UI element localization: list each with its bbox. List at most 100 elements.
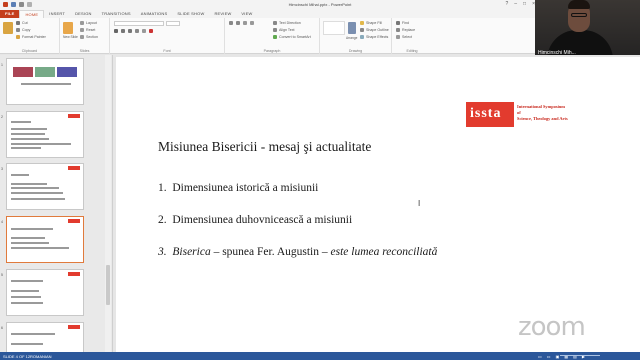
tab-design[interactable]: DESIGN xyxy=(70,10,97,18)
cut-button[interactable]: Cut xyxy=(16,21,28,25)
slide-thumbnail[interactable] xyxy=(6,163,84,210)
zoom-slider[interactable] xyxy=(560,355,600,356)
slide-thumbnail-active[interactable] xyxy=(6,216,84,263)
new-slide-icon[interactable] xyxy=(63,22,73,34)
tab-insert[interactable]: INSERT xyxy=(44,10,70,18)
shape-fill-icon xyxy=(360,21,364,25)
font-size-select[interactable] xyxy=(166,21,180,26)
scissors-icon xyxy=(16,21,20,25)
text-direction-button[interactable]: Text Direction xyxy=(273,21,301,25)
paste-icon[interactable] xyxy=(3,22,13,34)
shadow-icon[interactable] xyxy=(142,29,146,33)
shapes-gallery[interactable] xyxy=(323,21,345,35)
slide-thumbnail[interactable] xyxy=(6,111,84,158)
language-indicator[interactable]: ROMANIAN xyxy=(30,354,52,359)
smartart-icon xyxy=(273,35,277,39)
font-group: Font xyxy=(110,18,225,54)
thumbnail-scrollbar[interactable] xyxy=(105,55,111,352)
powerpoint-window: Himcinschi Mihai.pptx - PowerPoint ? – □… xyxy=(0,0,640,360)
editing-label: Editing xyxy=(406,49,418,53)
normal-view-icon[interactable]: ▣ xyxy=(556,354,560,359)
list-item[interactable]: 2. Dimensiunea duhovnicească a misiunii xyxy=(158,214,352,226)
list-item[interactable]: 1. Dimensiunea istorică a misiunii xyxy=(158,182,318,194)
clipboard-label: Clipboard xyxy=(21,49,38,53)
shape-effects-button[interactable]: Shape Effects xyxy=(360,35,388,39)
layout-icon xyxy=(80,21,84,25)
underline-icon[interactable] xyxy=(128,29,132,33)
current-slide[interactable]: issta International Symposium of Science… xyxy=(116,57,640,352)
status-bar: SLIDE 4 OF 12 ROMANIAN ▭ ▭ ▣ ▦ ▤ ▶ xyxy=(0,352,640,360)
maximize-icon[interactable]: □ xyxy=(523,1,526,7)
font-color-icon[interactable] xyxy=(149,29,153,33)
tab-view[interactable]: VIEW xyxy=(236,10,257,18)
paragraph-group: Text Direction Align Text Convert to Sma… xyxy=(225,18,320,54)
zoom-watermark: zoom xyxy=(518,312,586,342)
decrease-indent-icon[interactable] xyxy=(243,21,247,25)
notes-icon[interactable]: ▭ xyxy=(538,354,542,359)
reset-button[interactable]: Reset xyxy=(80,28,95,32)
arrange-icon[interactable] xyxy=(348,22,356,34)
reset-icon xyxy=(80,28,84,32)
font-name-select[interactable] xyxy=(114,21,164,26)
section-button[interactable]: Section xyxy=(80,35,98,39)
select-button[interactable]: Select xyxy=(396,35,412,39)
align-text-icon xyxy=(273,28,277,32)
minimize-icon[interactable]: – xyxy=(514,1,517,7)
drawing-label: Drawing xyxy=(348,49,363,53)
bullets-icon[interactable] xyxy=(229,21,233,25)
tab-slide-show[interactable]: SLIDE SHOW xyxy=(172,10,209,18)
find-button[interactable]: Find xyxy=(396,21,409,25)
strikethrough-icon[interactable] xyxy=(135,29,139,33)
shape-fill-button[interactable]: Shape Fill xyxy=(360,21,382,25)
drawing-group: Arrange Shape Fill Shape Outline Shape E… xyxy=(320,18,392,54)
shape-outline-button[interactable]: Shape Outline xyxy=(360,28,389,32)
increase-indent-icon[interactable] xyxy=(250,21,254,25)
tab-review[interactable]: REVIEW xyxy=(209,10,236,18)
brush-icon xyxy=(16,35,20,39)
copy-icon xyxy=(16,28,20,32)
copy-button[interactable]: Copy xyxy=(16,28,30,32)
window-controls: ? – □ × xyxy=(505,1,535,7)
slide-editor: issta International Symposium of Science… xyxy=(114,55,640,352)
help-icon[interactable]: ? xyxy=(505,1,508,7)
slide-title[interactable]: Misiunea Bisericii - mesaj şi actualitat… xyxy=(158,139,371,155)
arrange-button[interactable]: Arrange xyxy=(346,36,357,40)
italic-icon[interactable] xyxy=(121,29,125,33)
convert-smartart-button[interactable]: Convert to SmartArt xyxy=(273,35,311,39)
list-item[interactable]: 3. Biserica – spunea Fer. Augustin – est… xyxy=(158,246,437,258)
replace-icon xyxy=(396,28,400,32)
replace-button[interactable]: Replace xyxy=(396,28,415,32)
ribbon-tabs: FILE HOME INSERT DESIGN TRANSITIONS ANIM… xyxy=(0,10,535,18)
slide-thumbnail[interactable] xyxy=(6,269,84,316)
layout-button[interactable]: Layout xyxy=(80,21,97,25)
slide-thumbnail[interactable] xyxy=(6,322,84,352)
scrollbar-thumb[interactable] xyxy=(106,265,110,305)
slides-group: New Slide Layout Reset Section Slides xyxy=(60,18,110,54)
participant-video[interactable]: Himcinschi Mih... xyxy=(535,0,640,60)
align-text-button[interactable]: Align Text xyxy=(273,28,295,32)
slide-thumbnail[interactable] xyxy=(6,58,84,105)
font-label: Font xyxy=(163,49,171,53)
shape-effects-icon xyxy=(360,35,364,39)
text-direction-icon xyxy=(273,21,277,25)
shape-outline-icon xyxy=(360,28,364,32)
tab-transitions[interactable]: TRANSITIONS xyxy=(97,10,136,18)
clipboard-group: Cut Copy Format Painter Clipboard xyxy=(0,18,60,54)
issta-logo: issta International Symposium of Science… xyxy=(466,102,590,127)
paragraph-label: Paragraph xyxy=(263,49,281,53)
find-icon xyxy=(396,21,400,25)
comments-icon[interactable]: ▭ xyxy=(547,354,551,359)
numbering-icon[interactable] xyxy=(236,21,240,25)
new-slide-button[interactable]: New Slide xyxy=(63,35,78,39)
tab-home[interactable]: HOME xyxy=(19,10,45,18)
bold-icon[interactable] xyxy=(114,29,118,33)
slides-label: Slides xyxy=(79,49,90,53)
tab-file[interactable]: FILE xyxy=(0,10,20,18)
select-icon xyxy=(396,35,400,39)
tab-animations[interactable]: ANIMATIONS xyxy=(136,10,173,18)
ribbon: Cut Copy Format Painter Clipboard New Sl… xyxy=(0,18,535,54)
section-icon xyxy=(80,35,84,39)
logo-mark: issta xyxy=(470,106,502,121)
format-painter-button[interactable]: Format Painter xyxy=(16,35,46,39)
slide-thumbnail-panel: 1 2 3 4 5 6 xyxy=(0,55,113,352)
